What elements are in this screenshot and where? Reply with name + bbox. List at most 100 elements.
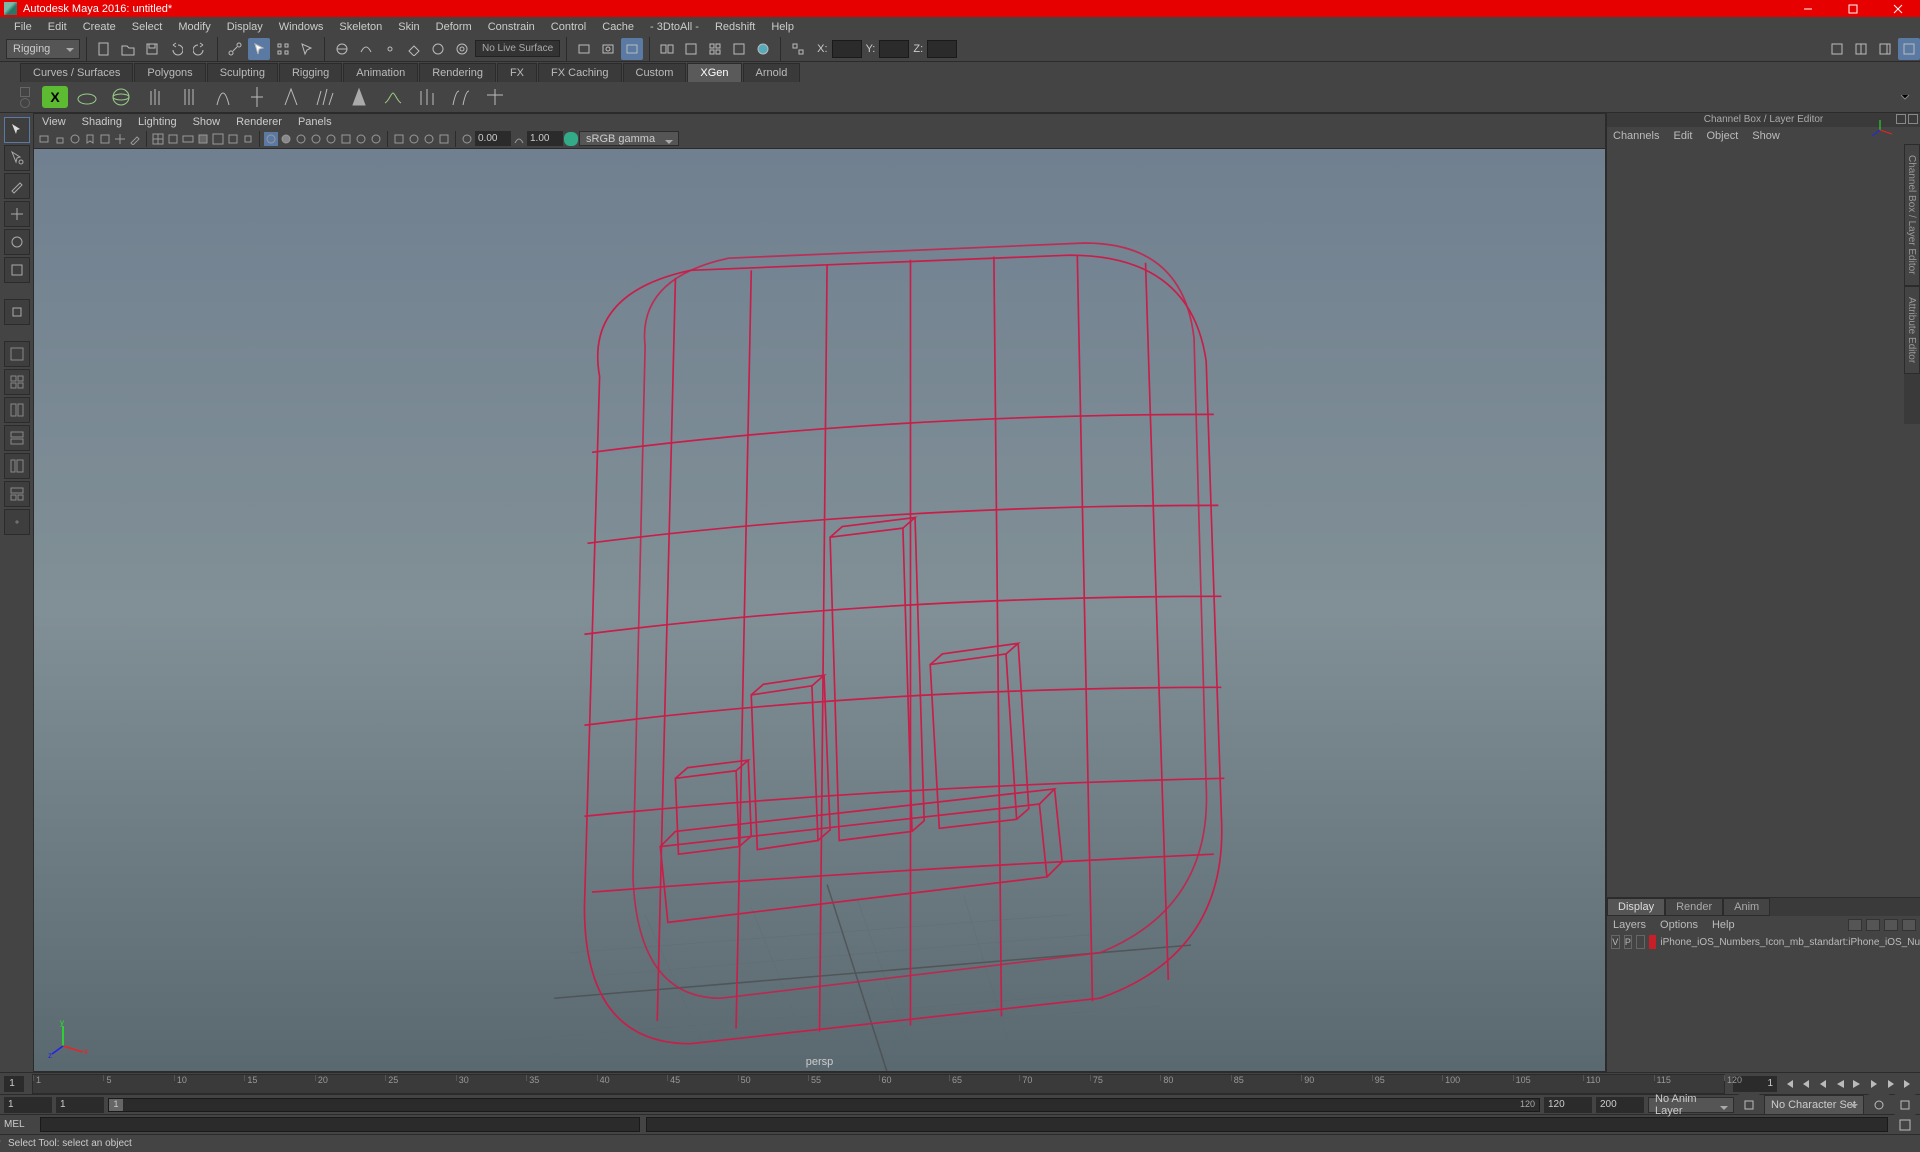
gamma-icon[interactable] — [512, 132, 526, 146]
paint-select-tool[interactable] — [4, 173, 30, 199]
shelf-density-icon[interactable] — [310, 83, 340, 111]
layer-tab-display[interactable]: Display — [1607, 898, 1665, 916]
viewport-3d[interactable]: persp yxz — [34, 149, 1605, 1071]
safe-action-icon[interactable] — [226, 132, 240, 146]
cb-menu-channels[interactable]: Channels — [1613, 130, 1659, 142]
range-end[interactable]: 120 — [1544, 1097, 1592, 1113]
menu-skeleton[interactable]: Skeleton — [331, 19, 390, 35]
hypershade-icon[interactable] — [704, 38, 726, 60]
shelf-sphere-icon[interactable] — [106, 83, 136, 111]
use-lights-icon[interactable] — [294, 132, 308, 146]
close-button[interactable] — [1875, 0, 1920, 17]
ao-icon[interactable] — [354, 132, 368, 146]
menu-create[interactable]: Create — [75, 19, 124, 35]
sidebar-toggle-3-icon[interactable] — [1874, 38, 1896, 60]
step-fwd-icon[interactable] — [1866, 1076, 1882, 1092]
select-by-name-icon[interactable] — [296, 38, 318, 60]
z-field[interactable] — [927, 40, 957, 58]
layout-two-v-icon[interactable] — [4, 397, 30, 423]
playblast-icon[interactable] — [752, 38, 774, 60]
layout-graph-icon[interactable] — [4, 481, 30, 507]
layer-menu-options[interactable]: Options — [1660, 919, 1698, 931]
menu-constrain[interactable]: Constrain — [480, 19, 543, 35]
shelf-spline-icon[interactable] — [140, 83, 170, 111]
shelf-tab-curves-surfaces[interactable]: Curves / Surfaces — [20, 63, 133, 82]
shelf-groom-icon[interactable] — [276, 83, 306, 111]
cb-menu-edit[interactable]: Edit — [1673, 130, 1692, 142]
camera-attrs-icon[interactable] — [68, 132, 82, 146]
open-scene-icon[interactable] — [117, 38, 139, 60]
menu-modify[interactable]: Modify — [170, 19, 218, 35]
anim-layer-settings-icon[interactable] — [1738, 1094, 1760, 1116]
layout-two-h-icon[interactable] — [4, 425, 30, 451]
panel-close-icon[interactable] — [1908, 114, 1918, 124]
wireframe-icon[interactable] — [264, 132, 278, 146]
shelf-create-description-icon[interactable] — [72, 83, 102, 111]
range-handle[interactable]: 1 — [109, 1099, 123, 1111]
layer-type-toggle[interactable] — [1636, 935, 1645, 949]
step-fwd-key-icon[interactable] — [1883, 1076, 1899, 1092]
menu-cache[interactable]: Cache — [594, 19, 642, 35]
menu-skin[interactable]: Skin — [390, 19, 427, 35]
prefs-icon[interactable] — [1894, 1094, 1916, 1116]
shadows-icon[interactable] — [309, 132, 323, 146]
panel-menu-show[interactable]: Show — [193, 116, 221, 128]
range-track[interactable]: 1 120 — [108, 1098, 1540, 1112]
shelf-tab-arnold[interactable]: Arnold — [743, 63, 801, 82]
time-slider[interactable]: 1 15101520253035404550556065707580859095… — [0, 1072, 1920, 1094]
shelf-tab-sculpting[interactable]: Sculpting — [207, 63, 278, 82]
shelf-cut-icon[interactable] — [480, 83, 510, 111]
select-by-component-icon[interactable] — [272, 38, 294, 60]
construction-history-icon[interactable] — [573, 38, 595, 60]
undo-icon[interactable] — [165, 38, 187, 60]
shelf-noise-icon[interactable] — [446, 83, 476, 111]
panel-menu-shading[interactable]: Shading — [82, 116, 122, 128]
layer-new-selected-icon[interactable] — [1902, 919, 1916, 931]
xray-joints-icon[interactable] — [422, 132, 436, 146]
sidebar-toggle-4-icon[interactable] — [1898, 38, 1920, 60]
maximize-button[interactable] — [1830, 0, 1875, 17]
shelf-options-icon[interactable] — [20, 98, 30, 108]
motion-blur-icon[interactable] — [369, 132, 383, 146]
panel-menu-renderer[interactable]: Renderer — [236, 116, 282, 128]
grease-pencil-icon[interactable] — [128, 132, 142, 146]
shelf-tab-fx[interactable]: FX — [497, 63, 537, 82]
render-view-icon[interactable] — [656, 38, 678, 60]
layer-menu-help[interactable]: Help — [1712, 919, 1735, 931]
layer-move-down-icon[interactable] — [1866, 919, 1880, 931]
channel-box-body[interactable] — [1607, 145, 1920, 897]
snap-view-icon[interactable] — [451, 38, 473, 60]
gamma-field[interactable]: 1.00 — [527, 131, 563, 146]
snap-grid-icon[interactable] — [331, 38, 353, 60]
scale-tool[interactable] — [4, 257, 30, 283]
go-start-icon[interactable] — [1781, 1076, 1797, 1092]
grid-icon[interactable] — [151, 132, 165, 146]
select-by-hierarchy-icon[interactable] — [224, 38, 246, 60]
range-outer-end[interactable]: 200 — [1596, 1097, 1644, 1113]
shelf-clump-icon[interactable] — [412, 83, 442, 111]
channel-box-tab[interactable]: Channel Box / Layer Editor — [1904, 144, 1920, 286]
menu-windows[interactable]: Windows — [271, 19, 332, 35]
wireframe-shaded-icon[interactable] — [324, 132, 338, 146]
select-by-object-icon[interactable] — [248, 38, 270, 60]
menu--dtoall-[interactable]: - 3DtoAll - — [642, 19, 707, 35]
layout-more-icon[interactable] — [4, 509, 30, 535]
layer-move-up-icon[interactable] — [1848, 919, 1862, 931]
live-surface-label[interactable]: No Live Surface — [475, 40, 560, 57]
render-settings-icon[interactable] — [680, 38, 702, 60]
autokey-icon[interactable] — [1868, 1094, 1890, 1116]
menu-file[interactable]: File — [6, 19, 40, 35]
menu-edit[interactable]: Edit — [40, 19, 75, 35]
panel-menu-lighting[interactable]: Lighting — [138, 116, 177, 128]
script-lang-label[interactable]: MEL — [4, 1119, 34, 1130]
minimize-button[interactable] — [1785, 0, 1830, 17]
panel-menu-panels[interactable]: Panels — [298, 116, 332, 128]
film-gate-icon[interactable] — [166, 132, 180, 146]
layer-menu-layers[interactable]: Layers — [1613, 919, 1646, 931]
xray-icon[interactable] — [407, 132, 421, 146]
attribute-editor-tab[interactable]: Attribute Editor — [1904, 286, 1920, 374]
move-tool[interactable] — [4, 201, 30, 227]
isolate-select-icon[interactable] — [392, 132, 406, 146]
light-editor-icon[interactable] — [728, 38, 750, 60]
2d-pan-icon[interactable] — [113, 132, 127, 146]
